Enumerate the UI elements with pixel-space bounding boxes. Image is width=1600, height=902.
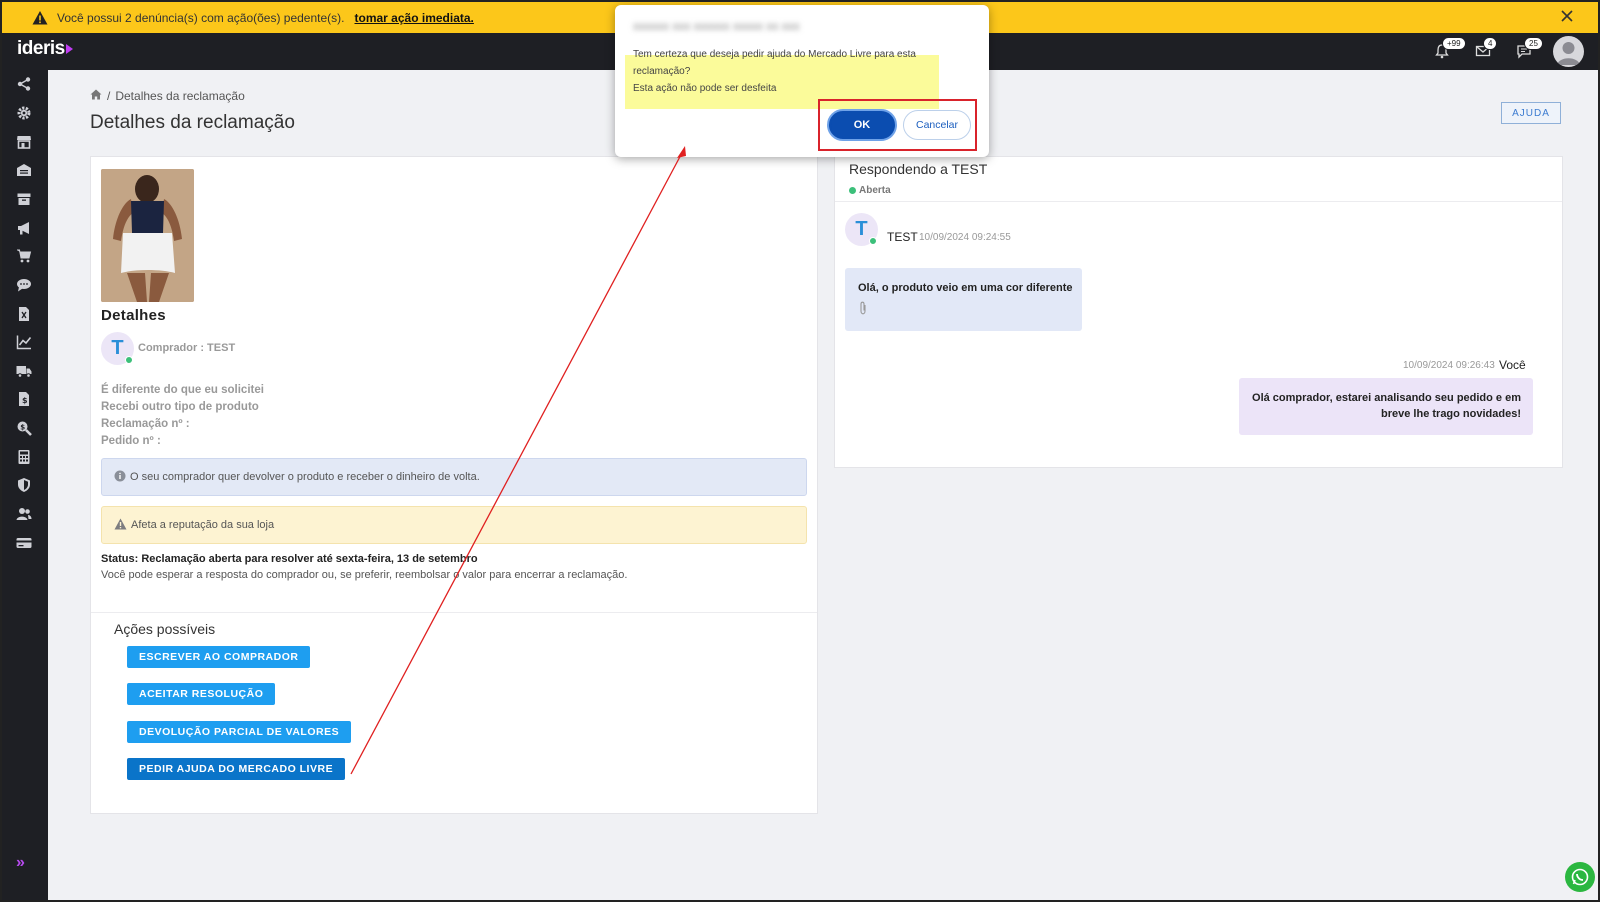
claim-details-card: Detalhes T Comprador : TEST É diferente … xyxy=(90,156,818,814)
chat-status-label: Aberta xyxy=(859,185,891,196)
shield-icon[interactable] xyxy=(16,477,34,495)
partial-refund-button[interactable]: DEVOLUÇÃO PARCIAL DE VALORES xyxy=(127,721,352,743)
warning-text: Você possui 2 denúncia(s) com ação(ões) … xyxy=(57,10,345,25)
chat-badge: 25 xyxy=(1524,37,1543,50)
home-icon[interactable] xyxy=(90,89,102,103)
actions-title: Ações possíveis xyxy=(114,621,216,637)
paperclip-icon[interactable] xyxy=(858,301,868,315)
accept-resolution-button[interactable]: ACEITAR RESOLUÇÃO xyxy=(127,683,276,705)
divider xyxy=(91,612,817,613)
info-alert-text: O seu comprador quer devolver o produto … xyxy=(130,471,480,483)
info-alert: O seu comprador quer devolver o produto … xyxy=(101,458,807,496)
breadcrumb-separator: / xyxy=(107,89,111,103)
bell-icon[interactable]: +99 xyxy=(1434,37,1466,61)
details-title: Detalhes xyxy=(101,307,166,324)
reputation-alert-text: Afeta a reputação da sua loja xyxy=(131,519,275,531)
order-number: Pedido nº : xyxy=(101,435,161,447)
dialog-line-2: reclamação? xyxy=(633,66,691,77)
svg-text:$: $ xyxy=(20,424,25,432)
confirm-dialog: xxxxxx xxx xxxxxx xxxxx xx xxx Tem certe… xyxy=(615,5,989,157)
app-window: Você possui 2 denúncia(s) com ação(ões) … xyxy=(0,0,1600,902)
chat-bubble-icon[interactable]: 25 xyxy=(1516,37,1543,61)
whatsapp-icon[interactable] xyxy=(1565,862,1595,892)
status-dot xyxy=(849,187,856,194)
chat-header: Respondendo a TEST Aberta xyxy=(835,157,1562,202)
incoming-message: Olá, o produto veio em uma cor diferente xyxy=(845,268,1082,331)
sender-initial: T xyxy=(855,218,868,240)
close-icon[interactable] xyxy=(1560,9,1576,25)
gear-icon[interactable] xyxy=(16,105,34,123)
box-icon[interactable] xyxy=(16,191,34,209)
cart-icon[interactable] xyxy=(16,248,34,266)
warehouse-icon[interactable] xyxy=(16,162,34,180)
buyer-initial: T xyxy=(111,337,124,359)
sidebar: $ $ » xyxy=(2,70,48,900)
product-image xyxy=(101,169,194,302)
messages-badge: 4 xyxy=(1483,37,1498,50)
info-icon xyxy=(114,470,126,485)
warning-action-link[interactable]: tomar ação imediata. xyxy=(355,11,474,25)
annotation-highlight-box xyxy=(818,99,977,151)
reputation-alert: Afeta a reputação da sua loja xyxy=(101,506,807,544)
page-title: Detalhes da reclamação xyxy=(90,112,295,133)
claim-status: Status: Reclamação aberta para resolver … xyxy=(101,553,478,565)
main-content: / Detalhes da reclamação Detalhes da rec… xyxy=(48,70,1598,900)
store-icon[interactable] xyxy=(16,134,34,152)
chat-icon[interactable] xyxy=(16,277,34,295)
expand-sidebar-icon[interactable]: » xyxy=(16,854,25,872)
dialog-message: Tem certeza que deseja pedir ajuda do Me… xyxy=(633,46,953,97)
chat-status: Aberta xyxy=(849,185,891,196)
breadcrumb-current: Detalhes da reclamação xyxy=(115,89,245,103)
incoming-timestamp: 10/09/2024 09:24:55 xyxy=(919,232,1011,243)
document-dollar-icon[interactable]: $ xyxy=(16,391,34,409)
warning-icon xyxy=(32,10,48,26)
users-icon[interactable] xyxy=(16,506,34,524)
help-button[interactable]: AJUDA xyxy=(1501,102,1561,124)
chat-card: Respondendo a TEST Aberta T TEST 10/09/2… xyxy=(834,156,1563,468)
user-avatar[interactable] xyxy=(1553,36,1584,67)
card-icon[interactable] xyxy=(16,535,34,553)
mail-icon[interactable]: 4 xyxy=(1475,37,1498,61)
online-dot xyxy=(125,356,133,364)
claim-subreason: Recebi outro tipo de produto xyxy=(101,401,259,413)
logo-triangle xyxy=(65,43,73,54)
dialog-title-blurred: xxxxxx xxx xxxxxx xxxxx xx xxx xyxy=(633,19,800,33)
write-buyer-button[interactable]: ESCREVER AO COMPRADOR xyxy=(127,646,311,668)
calculator-icon[interactable] xyxy=(16,449,34,467)
share-icon[interactable] xyxy=(16,76,34,94)
dialog-line-1: Tem certeza que deseja pedir ajuda do Me… xyxy=(633,49,916,60)
chat-title: Respondendo a TEST xyxy=(849,161,988,177)
request-mercadolivre-help-button[interactable]: PEDIR AJUDA DO MERCADO LIVRE xyxy=(127,758,346,780)
logo-text: ideris xyxy=(17,38,65,59)
sender-avatar: T xyxy=(845,213,878,246)
buyer-avatar: T xyxy=(101,332,134,365)
online-dot xyxy=(869,237,877,245)
outgoing-message-text: Olá comprador, estarei analisando seu pe… xyxy=(1252,392,1521,420)
breadcrumb: / Detalhes da reclamação xyxy=(90,89,245,103)
claim-status-hint: Você pode esperar a resposta do comprado… xyxy=(101,569,628,581)
megaphone-icon[interactable] xyxy=(16,220,34,238)
claim-reason: É diferente do que eu solicitei xyxy=(101,384,264,396)
dialog-line-3: Esta ação não pode ser desfeita xyxy=(633,83,777,94)
sender-name: TEST xyxy=(887,230,918,244)
notifications-badge: +99 xyxy=(1442,37,1466,50)
buyer-label: Comprador : TEST xyxy=(138,342,236,354)
search-dollar-icon[interactable]: $ xyxy=(16,420,34,438)
outgoing-message: Olá comprador, estarei analisando seu pe… xyxy=(1239,378,1533,435)
incoming-message-text: Olá, o produto veio em uma cor diferente xyxy=(858,282,1073,294)
warning-icon xyxy=(114,518,127,533)
outgoing-timestamp: 10/09/2024 09:26:43 xyxy=(1403,360,1495,371)
invoice-icon[interactable] xyxy=(16,306,34,324)
outgoing-sender: Você xyxy=(1499,358,1526,372)
svg-text:$: $ xyxy=(22,396,28,405)
claim-info: É diferente do que eu solicitei Recebi o… xyxy=(101,382,264,450)
truck-icon[interactable] xyxy=(16,363,34,381)
chart-icon[interactable] xyxy=(16,334,34,352)
claim-number: Reclamação nº : xyxy=(101,418,190,430)
ideris-logo[interactable]: ideris xyxy=(17,38,73,60)
incoming-time: 10/09/2024 09:24:55 xyxy=(919,232,1011,243)
